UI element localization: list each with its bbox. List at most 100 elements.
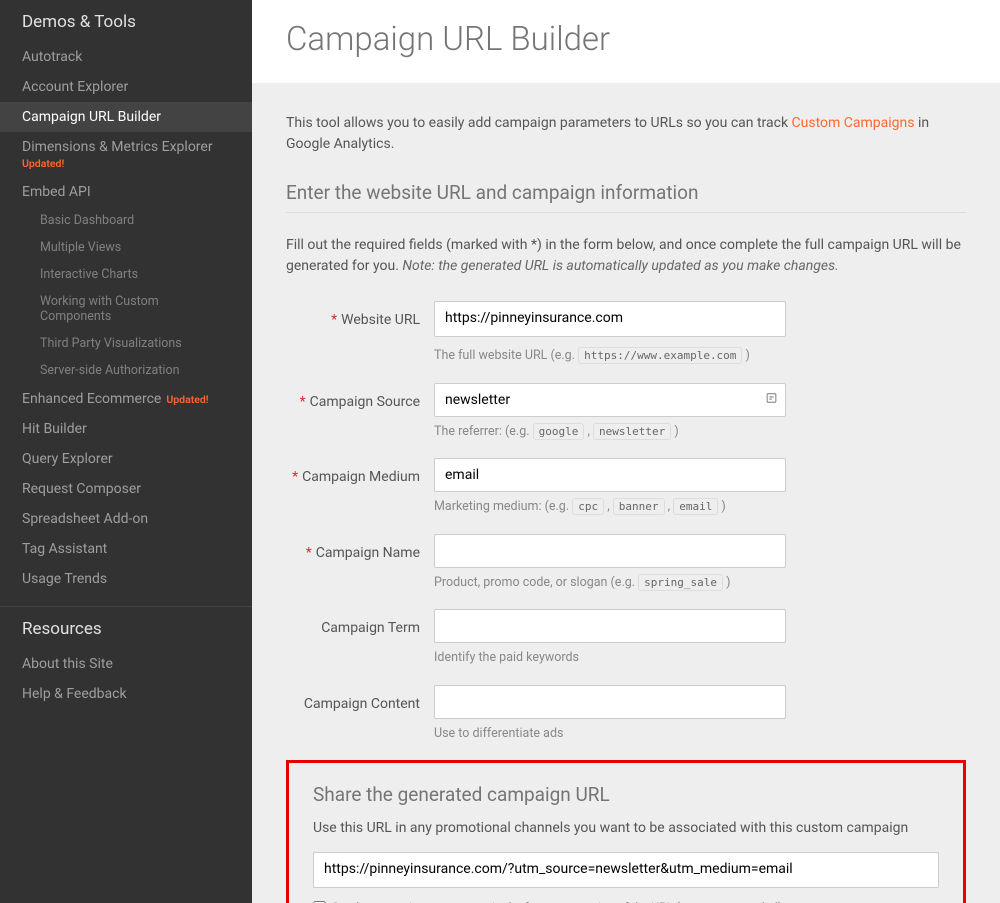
form-row-website-url: *Website URL The full website URL (e.g. h…: [286, 301, 966, 365]
input-wrap: [434, 383, 786, 417]
form-label: *Website URL: [331, 312, 420, 328]
sidebar-subitem-third-party-visualizations[interactable]: Third Party Visualizations: [0, 330, 252, 357]
campaign-medium-input[interactable]: [434, 458, 786, 492]
sidebar-section-title: Demos & Tools: [0, 0, 252, 42]
sidebar-item-label: Tag Assistant: [22, 541, 107, 557]
form-fields: *Website URL The full website URL (e.g. h…: [286, 301, 966, 742]
intro-text: This tool allows you to easily add campa…: [286, 113, 966, 155]
sidebar-item-label: Request Composer: [22, 481, 141, 497]
main-content: Campaign URL Builder This tool allows yo…: [252, 0, 1000, 903]
sidebar-item-help-feedback[interactable]: Help & Feedback: [0, 679, 252, 709]
campaign-content-input[interactable]: [434, 685, 786, 719]
form-label: *Campaign Medium: [292, 469, 420, 485]
hint-code: newsletter: [593, 423, 671, 440]
form-row-campaign-name: *Campaign Name Product, promo code, or sl…: [286, 534, 966, 592]
form-label-col: *Campaign Source: [286, 383, 434, 410]
hint-code: cpc: [572, 498, 604, 515]
campaign-term-input[interactable]: [434, 609, 786, 643]
form-label-col: *Campaign Name: [286, 534, 434, 561]
sidebar-item-campaign-url-builder[interactable]: Campaign URL Builder: [0, 102, 252, 132]
sidebar-item-about-this-site[interactable]: About this Site: [0, 649, 252, 679]
section-title: Enter the website URL and campaign infor…: [286, 181, 966, 213]
hint-code: banner: [613, 498, 665, 515]
form-label: *Campaign Name: [306, 545, 420, 561]
sidebar-item-label: Dimensions & Metrics Explorer: [22, 139, 213, 155]
generated-url-field[interactable]: [313, 852, 939, 888]
sidebar-item-label: Help & Feedback: [22, 686, 127, 702]
help-note: Note: the generated URL is automatically…: [402, 258, 838, 274]
hint-code: spring_sale: [638, 574, 723, 591]
form-hint: Product, promo code, or slogan (e.g. spr…: [434, 574, 786, 592]
sidebar-item-label: Account Explorer: [22, 79, 128, 95]
required-star: *: [292, 469, 298, 485]
campaign-name-input[interactable]: [434, 534, 786, 568]
sidebar-item-label: Autotrack: [22, 49, 82, 65]
sidebar-item-usage-trends[interactable]: Usage Trends: [0, 564, 252, 594]
sidebar-item-enhanced-ecommerce[interactable]: Enhanced Ecommerce Updated!: [0, 384, 252, 414]
sidebar-item-label: Embed API: [22, 184, 91, 200]
form-input-col: The referrer: (e.g. google , newsletter …: [434, 383, 786, 441]
sidebar-item-label: About this Site: [22, 656, 113, 672]
campaign-source-input[interactable]: [434, 383, 786, 417]
sidebar-item-dimensions-metrics-explorer[interactable]: Dimensions & Metrics Explorer Updated!: [0, 132, 252, 177]
help-text: Fill out the required fields (marked wit…: [286, 235, 966, 277]
form-label-col: Campaign Term: [286, 609, 434, 636]
website-url-input[interactable]: [434, 301, 786, 337]
sidebar-subitem-interactive-charts[interactable]: Interactive Charts: [0, 261, 252, 288]
intro-pre: This tool allows you to easily add campa…: [286, 115, 792, 131]
form-input-col: Product, promo code, or slogan (e.g. spr…: [434, 534, 786, 592]
form-label: Campaign Term: [321, 620, 420, 636]
form-hint: The full website URL (e.g. https://www.e…: [434, 347, 786, 365]
sidebar-item-autotrack[interactable]: Autotrack: [0, 42, 252, 72]
form-input-col: Marketing medium: (e.g. cpc , banner , e…: [434, 458, 786, 516]
form-label-col: *Website URL: [286, 301, 434, 328]
custom-campaigns-link[interactable]: Custom Campaigns: [792, 115, 915, 131]
sidebar-item-spreadsheet-add-on[interactable]: Spreadsheet Add-on: [0, 504, 252, 534]
sidebar-item-label: Spreadsheet Add-on: [22, 511, 148, 527]
sidebar-subitem-multiple-views[interactable]: Multiple Views: [0, 234, 252, 261]
sidebar-item-embed-api[interactable]: Embed API: [0, 177, 252, 207]
form-hint: Identify the paid keywords: [434, 649, 786, 667]
sidebar-item-label: Query Explorer: [22, 451, 113, 467]
required-star: *: [306, 545, 312, 561]
page-header: Campaign URL Builder: [252, 0, 1000, 83]
sidebar-item-request-composer[interactable]: Request Composer: [0, 474, 252, 504]
form-row-campaign-content: Campaign Content Use to differentiate ads: [286, 685, 966, 743]
content-area: This tool allows you to easily add campa…: [252, 83, 1000, 903]
hint-code: email: [673, 498, 718, 515]
sidebar-item-query-explorer[interactable]: Query Explorer: [0, 444, 252, 474]
form-label: *Campaign Source: [300, 394, 420, 410]
sidebar-item-account-explorer[interactable]: Account Explorer: [0, 72, 252, 102]
updated-badge: Updated!: [22, 157, 230, 170]
form-input-col: Identify the paid keywords: [434, 609, 786, 667]
required-star: *: [331, 312, 337, 328]
sidebar: Demos & Tools Autotrack Account Explorer Ca…: [0, 0, 252, 903]
form-input-col: The full website URL (e.g. https://www.e…: [434, 301, 786, 365]
sidebar-item-label: Hit Builder: [22, 421, 87, 437]
sidebar-subitem-server-side-authorization[interactable]: Server-side Authorization: [0, 357, 252, 384]
form-hint: The referrer: (e.g. google , newsletter …: [434, 423, 786, 441]
page-title: Campaign URL Builder: [286, 20, 966, 59]
share-title: Share the generated campaign URL: [313, 783, 939, 806]
sidebar-item-label: Usage Trends: [22, 571, 107, 587]
form-row-campaign-source: *Campaign Source The referrer: (e.g. goog…: [286, 383, 966, 441]
form-label: Campaign Content: [304, 696, 420, 712]
hint-code: google: [533, 423, 585, 440]
share-desc: Use this URL in any promotional channels…: [313, 820, 939, 836]
hint-code: https://www.example.com: [578, 347, 742, 364]
sidebar-item-label: Enhanced Ecommerce: [22, 391, 161, 407]
sidebar-item-hit-builder[interactable]: Hit Builder: [0, 414, 252, 444]
form-row-campaign-medium: *Campaign Medium Marketing medium: (e.g. …: [286, 458, 966, 516]
form-label-col: Campaign Content: [286, 685, 434, 712]
form-label-col: *Campaign Medium: [286, 458, 434, 485]
form-input-col: Use to differentiate ads: [434, 685, 786, 743]
updated-badge: Updated!: [166, 393, 208, 406]
required-star: *: [300, 394, 306, 410]
sidebar-item-tag-assistant[interactable]: Tag Assistant: [0, 534, 252, 564]
sidebar-subitem-basic-dashboard[interactable]: Basic Dashboard: [0, 207, 252, 234]
sidebar-item-label: Campaign URL Builder: [22, 109, 161, 125]
form-hint: Marketing medium: (e.g. cpc , banner , e…: [434, 498, 786, 516]
sidebar-section-title: Resources: [0, 607, 252, 649]
autofill-icon: [765, 391, 778, 408]
sidebar-subitem-working-with-custom-components[interactable]: Working with Custom Components: [0, 288, 252, 330]
